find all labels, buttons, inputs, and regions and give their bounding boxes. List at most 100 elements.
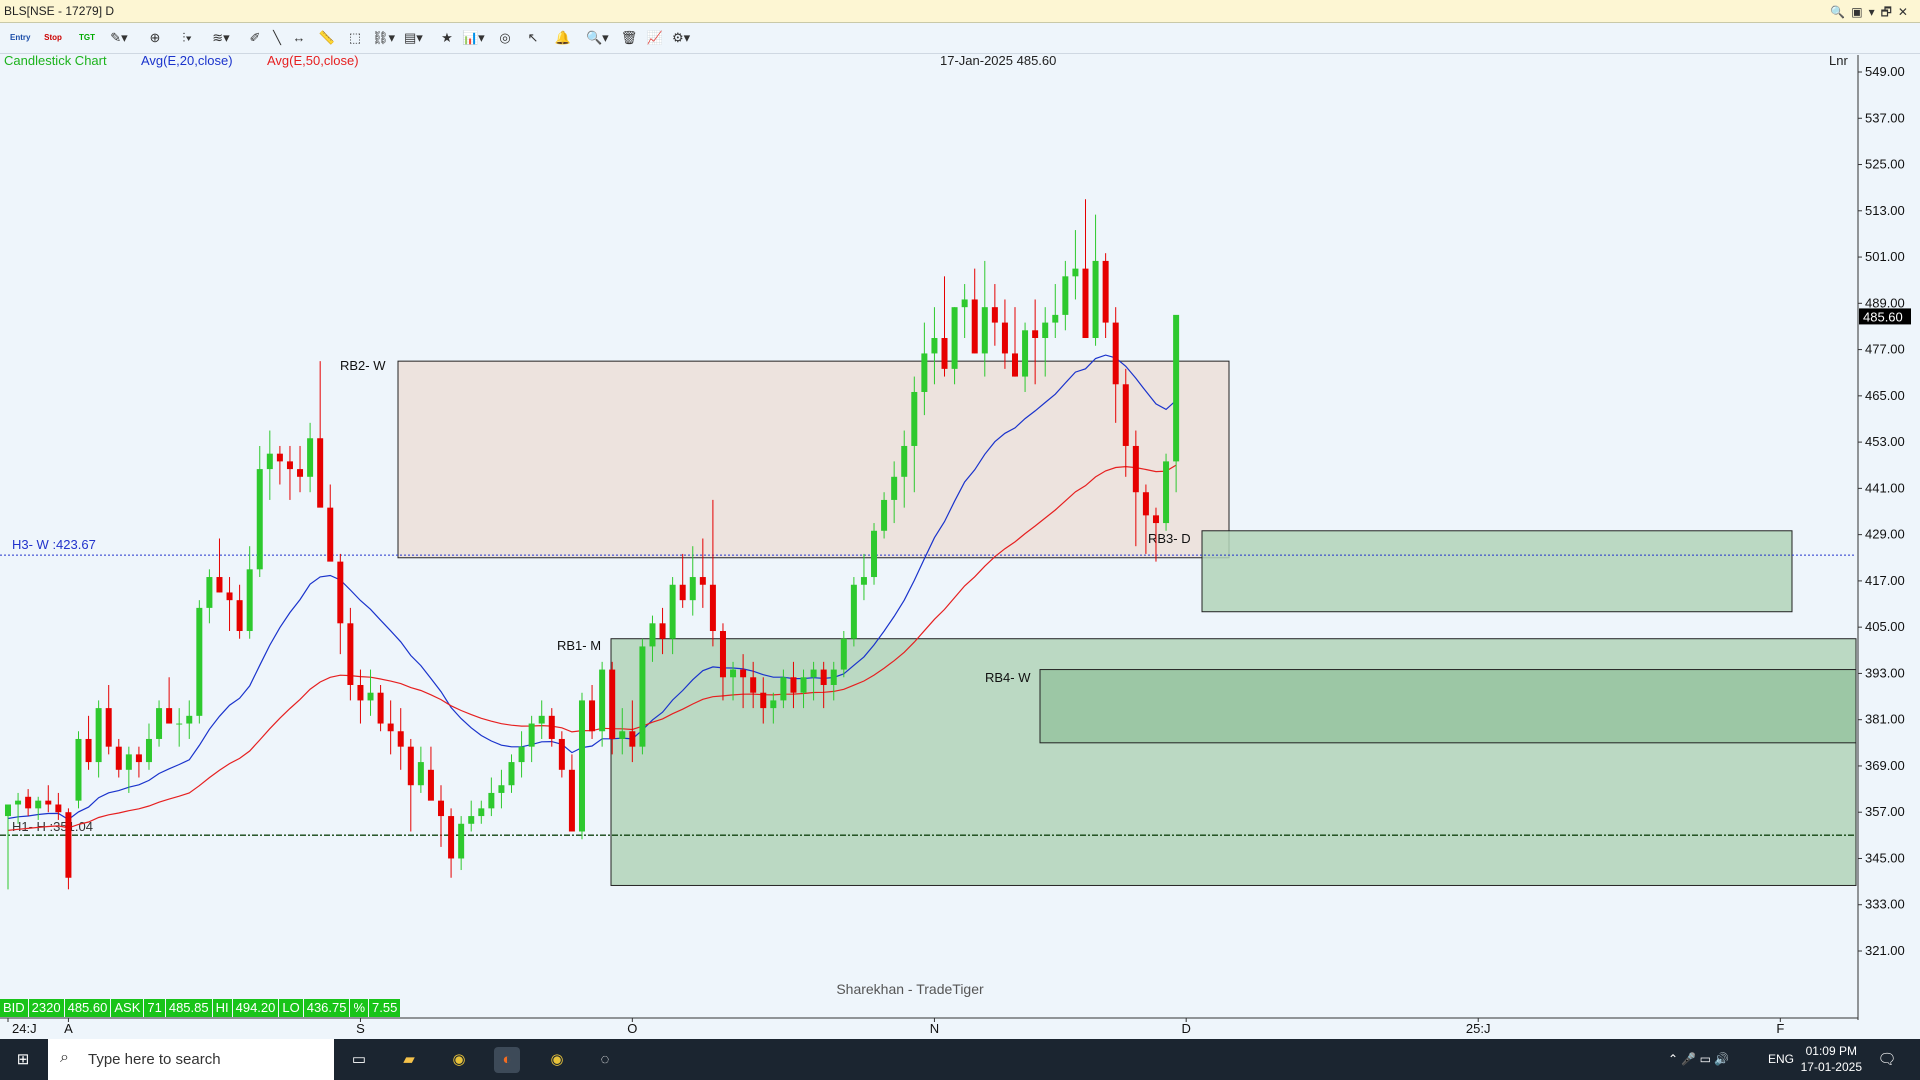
- candle-body: [347, 623, 354, 685]
- candle: [971, 268, 978, 354]
- candle: [860, 553, 867, 601]
- candle-body: [850, 584, 857, 639]
- candle-body: [427, 769, 434, 801]
- price-tick-label: 381.00: [1865, 712, 1905, 727]
- candle: [599, 661, 606, 747]
- candle-body: [176, 723, 183, 725]
- candle: [438, 785, 445, 847]
- candle-body: [1142, 492, 1149, 516]
- candle: [85, 715, 92, 770]
- candle-body: [568, 769, 575, 832]
- candle-body: [458, 823, 465, 859]
- candle-body: [1022, 330, 1029, 377]
- candle-body: [367, 692, 374, 701]
- candle: [1012, 307, 1018, 377]
- candle: [397, 708, 404, 770]
- candle: [357, 669, 364, 724]
- candle-body: [558, 738, 565, 770]
- candle-body: [1092, 260, 1099, 339]
- candle-body: [377, 692, 384, 724]
- candle-body: [911, 391, 918, 446]
- candle-body: [1082, 268, 1089, 339]
- language-indicator[interactable]: ENG: [1768, 1039, 1794, 1080]
- candle: [850, 577, 857, 647]
- candle-body: [669, 584, 676, 639]
- tradetiger-icon[interactable]: ◐: [494, 1047, 520, 1073]
- candle: [246, 546, 253, 639]
- price-tick-label: 369.00: [1865, 758, 1905, 773]
- price-tick-label: 405.00: [1865, 619, 1905, 634]
- quote-bar: BID 2320 485.60 ASK 71 485.85 HI 494.20 …: [0, 999, 401, 1017]
- search-placeholder: Type here to search: [88, 1051, 221, 1068]
- candle-body: [750, 677, 757, 693]
- watermark: Sharekhan - TradeTiger: [836, 981, 984, 997]
- candle-body: [649, 623, 656, 647]
- file-explorer-icon[interactable]: ▰: [396, 1047, 422, 1073]
- task-view-icon[interactable]: ▭: [346, 1047, 372, 1073]
- candle: [528, 715, 535, 763]
- candle: [327, 484, 334, 562]
- ask-label: ASK: [110, 999, 144, 1017]
- candle-body: [498, 785, 505, 793]
- candle-body: [186, 715, 193, 724]
- candle-body: [810, 669, 817, 678]
- candle-body: [931, 338, 938, 354]
- candle: [871, 523, 878, 585]
- taskbar-search[interactable]: ⌕ Type here to search: [48, 1039, 334, 1080]
- candlestick-chart[interactable]: RB2- WRB1- MRB4- WRB3- D H3- W :423.67H1…: [0, 0, 1920, 1039]
- candle-body: [25, 796, 32, 809]
- candle: [961, 284, 968, 339]
- candle-body: [15, 800, 22, 805]
- candle: [65, 808, 72, 890]
- price-axis: 549.00 537.00 525.00 513.00 501.00 489.00 477.…: [1857, 55, 1920, 1020]
- candle-body: [1102, 260, 1109, 323]
- candle: [256, 445, 263, 578]
- time-tick-label: D: [1181, 1021, 1190, 1036]
- time-tick-label: O: [627, 1021, 637, 1036]
- candle-body: [65, 812, 72, 878]
- candle-body: [206, 577, 213, 608]
- candle: [941, 276, 948, 377]
- candle-body: [276, 453, 283, 462]
- candle-body: [860, 577, 867, 585]
- candle-body: [1152, 515, 1159, 524]
- candle-body: [659, 623, 666, 639]
- price-tick-label: 429.00: [1865, 527, 1905, 542]
- candle-body: [5, 804, 11, 817]
- price-tick-label: 513.00: [1865, 203, 1905, 218]
- candle: [498, 769, 505, 809]
- candle-body: [105, 708, 112, 747]
- candle-body: [1173, 314, 1180, 462]
- candle-body: [307, 438, 314, 477]
- pct-label: %: [349, 999, 369, 1017]
- chrome-profile-icon[interactable]: ◉: [544, 1047, 570, 1073]
- price-tick-label: 489.00: [1865, 295, 1905, 310]
- app-icon[interactable]: ◌: [592, 1047, 618, 1073]
- time-tick-label: A: [64, 1021, 73, 1036]
- candle-body: [830, 669, 837, 685]
- candle: [518, 731, 525, 778]
- candle: [548, 708, 555, 747]
- candle: [639, 638, 646, 755]
- candle: [568, 754, 575, 832]
- candle-body: [679, 584, 686, 601]
- taskbar-clock[interactable]: 01:09 PM 17-01-2025: [1801, 1043, 1862, 1075]
- chrome-icon[interactable]: ◉: [446, 1047, 472, 1073]
- candle: [488, 777, 495, 817]
- tray-icons[interactable]: ⌃ 🎤 ▭ 🔊: [1668, 1039, 1729, 1080]
- candle-body: [1072, 268, 1079, 277]
- time-tick-label: N: [930, 1021, 939, 1036]
- time-tick-label: 24:J: [12, 1021, 37, 1036]
- notification-icon[interactable]: 🗨: [1874, 1047, 1900, 1073]
- windows-start-icon[interactable]: ⊞: [10, 1047, 36, 1073]
- candle: [75, 731, 82, 809]
- candle: [417, 746, 424, 793]
- candle: [156, 700, 163, 747]
- candle-body: [689, 577, 696, 601]
- hi-label: HI: [211, 999, 232, 1017]
- candle: [176, 708, 183, 747]
- candle: [5, 804, 11, 890]
- candle-body: [730, 669, 737, 678]
- candle-body: [1001, 322, 1008, 354]
- candle-body: [1012, 353, 1018, 377]
